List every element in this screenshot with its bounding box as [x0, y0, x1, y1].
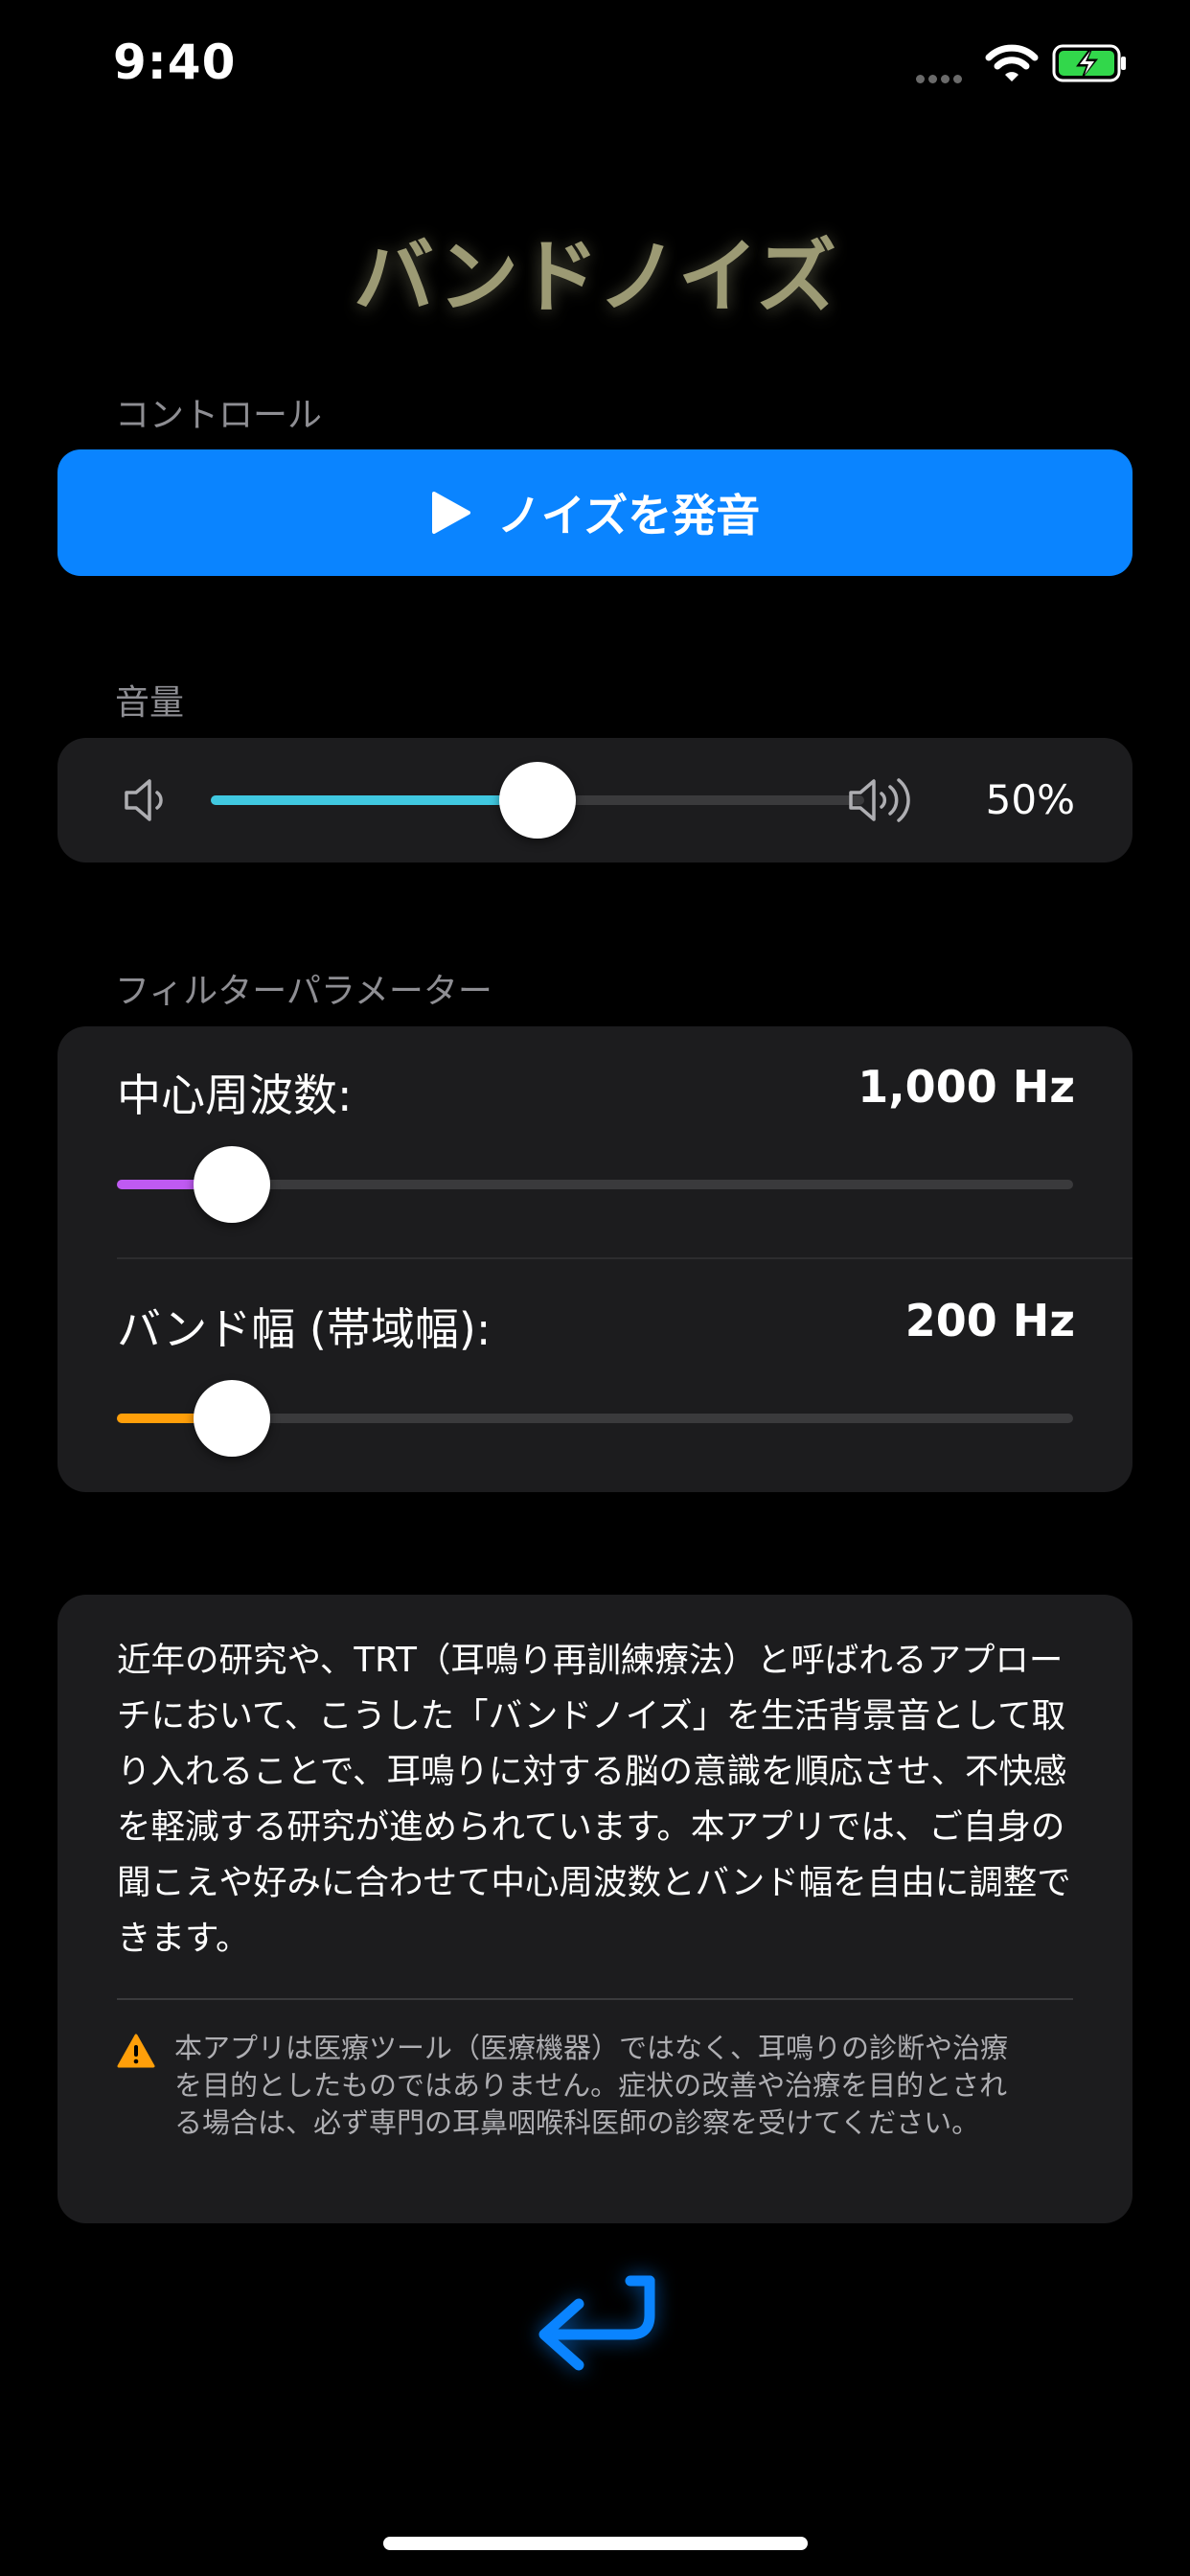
battery-charging-icon — [1052, 44, 1126, 82]
bandwidth-value: 200 Hz — [904, 1295, 1075, 1346]
play-button-label: ノイズを発音 — [496, 490, 761, 541]
divider — [117, 1998, 1073, 2000]
section-label-volume: 音量 — [115, 683, 185, 723]
speaker-low-icon — [125, 779, 163, 821]
bandwidth-label: バンド幅 (帯域幅): — [117, 1303, 492, 1355]
speaker-high-icon — [849, 778, 910, 822]
medical-disclaimer: 本アプリは医療ツール（医療機器）ではなく、耳鳴りの診断や治療を目的としたものでは… — [174, 2032, 1009, 2139]
bandwidth-slider-thumb[interactable] — [193, 1380, 270, 1457]
status-time: 9:40 — [113, 34, 237, 90]
home-indicator[interactable] — [383, 2537, 808, 2550]
volume-slider-fill — [211, 795, 538, 805]
center-frequency-slider-thumb[interactable] — [193, 1146, 270, 1223]
return-arrow-icon[interactable] — [531, 2273, 659, 2384]
cellular-signal-icon — [916, 69, 970, 83]
play-icon — [431, 492, 470, 534]
info-paragraph: 近年の研究や、TRT（耳鳴り再訓練療法）と呼ばれるアプローチにおいて、こうした「… — [117, 1641, 1071, 1958]
volume-slider-thumb[interactable] — [499, 762, 576, 839]
section-label-filter: フィルターパラメーター — [115, 972, 492, 1011]
filter-card: 中心周波数: 1,000 Hz バンド幅 (帯域幅): 200 Hz — [57, 1026, 1133, 1492]
status-bar: 9:40 — [0, 0, 1190, 134]
page-title: バンドノイズ — [353, 230, 836, 324]
center-frequency-value: 1,000 Hz — [858, 1061, 1075, 1113]
play-noise-button[interactable]: ノイズを発音 — [57, 449, 1133, 576]
center-frequency-label: 中心周波数: — [117, 1070, 353, 1121]
volume-percent: 50% — [985, 776, 1075, 823]
divider — [117, 1257, 1133, 1259]
volume-card: 50% — [57, 738, 1133, 862]
info-card: 近年の研究や、TRT（耳鳴り再訓練療法）と呼ばれるアプローチにおいて、こうした「… — [57, 1595, 1133, 2223]
warning-triangle-icon — [117, 2034, 155, 2068]
wifi-icon — [985, 44, 1039, 81]
section-label-controls: コントロール — [115, 396, 323, 435]
